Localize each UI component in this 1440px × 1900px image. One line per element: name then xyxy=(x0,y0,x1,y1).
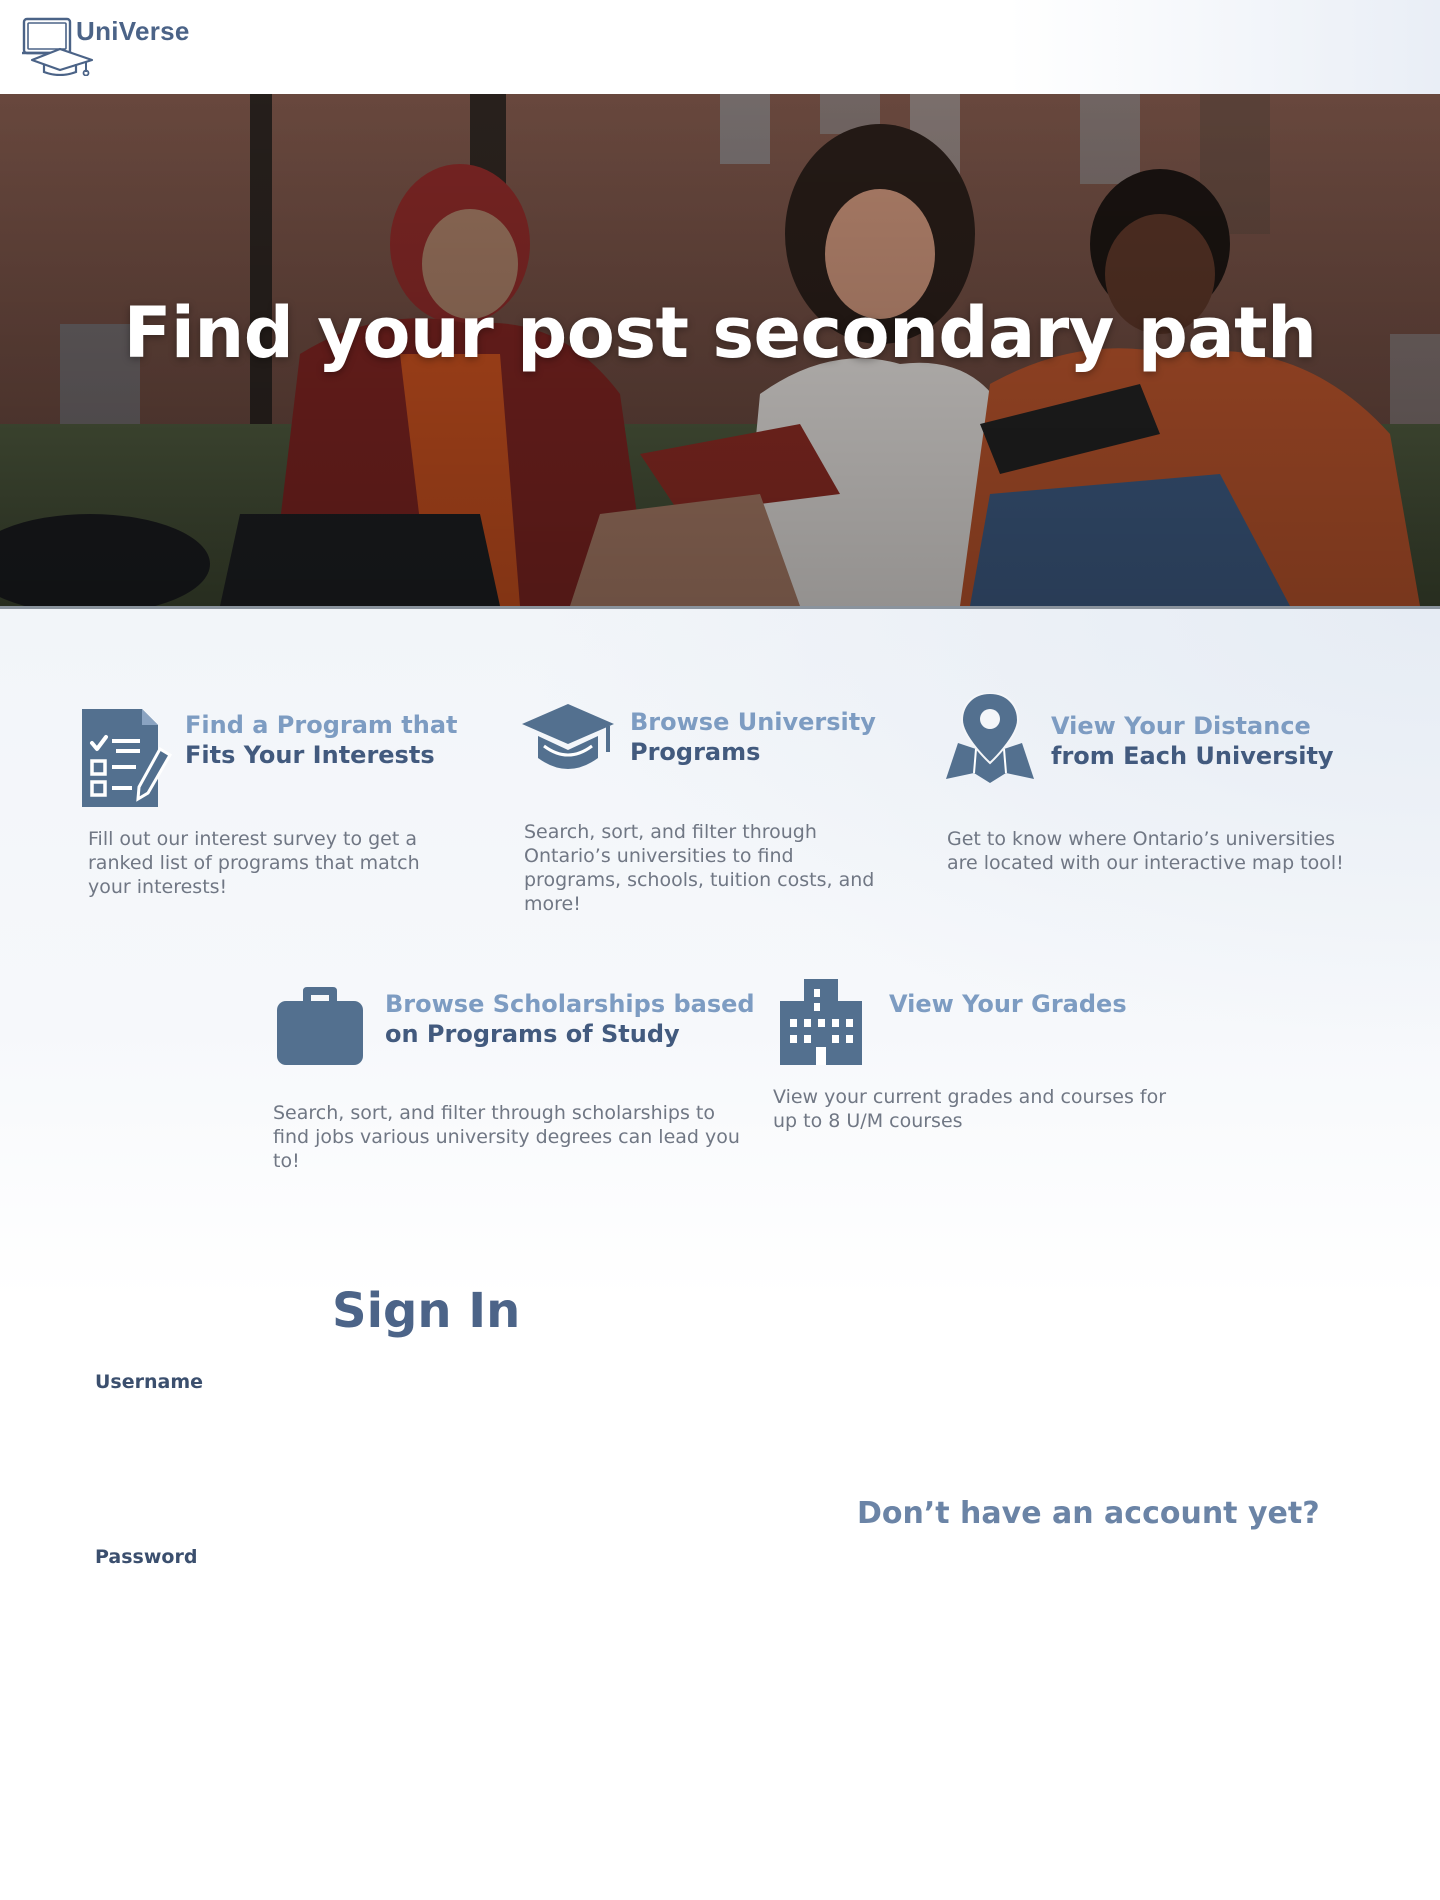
feature-browse-scholarships[interactable]: Browse Scholarships based on Programs of… xyxy=(260,969,755,1189)
feature-title: Find a Program that Fits Your Interests xyxy=(185,711,458,769)
hero-banner: Find your post secondary path xyxy=(0,94,1440,609)
feature-description: Search, sort, and filter through Ontario… xyxy=(524,821,875,915)
feature-description: Search, sort, and filter through scholar… xyxy=(273,1102,740,1172)
feature-view-grades[interactable]: View Your Grades View your current grade… xyxy=(760,969,1180,1189)
feature-title: Browse University Programs xyxy=(630,708,876,766)
briefcase-icon xyxy=(277,987,363,1065)
brand-name[interactable]: UniVerse xyxy=(76,16,190,47)
map-pin-icon xyxy=(946,693,1034,783)
password-input[interactable] xyxy=(95,1576,659,1626)
sign-in-title: Sign In xyxy=(332,1283,521,1339)
checklist-pencil-icon xyxy=(82,709,173,807)
username-label: Username xyxy=(95,1371,204,1393)
feature-description: Get to know where Ontario’s universities… xyxy=(947,828,1344,874)
feature-title: View Your Distance from Each University xyxy=(1051,712,1334,770)
no-account-prompt[interactable]: Don’t have an account yet? xyxy=(857,1496,1320,1531)
feature-title: View Your Grades xyxy=(889,990,1127,1018)
username-input[interactable] xyxy=(95,1400,659,1450)
site-header: UniVerse xyxy=(0,0,1440,94)
feature-title: Browse Scholarships based on Programs of… xyxy=(385,990,755,1048)
building-icon xyxy=(780,979,862,1065)
password-label: Password xyxy=(95,1546,198,1568)
features-section: Find a Program that Fits Your Interests … xyxy=(0,609,1440,1299)
graduation-cap-icon xyxy=(522,704,614,769)
feature-description: View your current grades and courses for… xyxy=(773,1086,1167,1132)
hero-title: Find your post secondary path xyxy=(123,292,1317,374)
feature-find-program[interactable]: Find a Program that Fits Your Interests … xyxy=(0,609,470,898)
feature-description: Fill out our interest survey to get a ra… xyxy=(88,828,420,898)
feature-browse-programs[interactable]: Browse University Programs Search, sort,… xyxy=(470,609,910,915)
feature-view-distance[interactable]: View Your Distance from Each University … xyxy=(910,609,1380,874)
